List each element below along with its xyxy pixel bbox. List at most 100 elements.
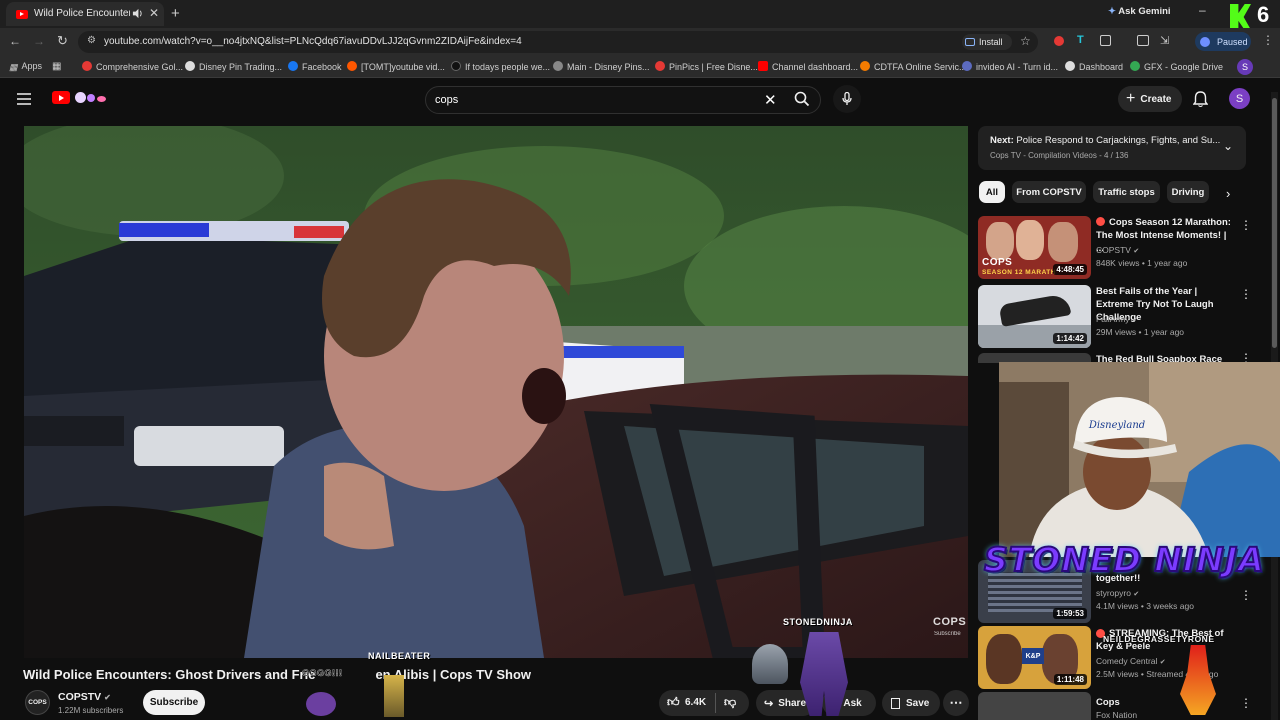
minimize-window-icon[interactable]: – bbox=[1199, 3, 1206, 17]
bookmark-item[interactable]: Disney Pin Trading... bbox=[185, 61, 282, 72]
search-input[interactable]: cops ✕ bbox=[425, 86, 821, 114]
facebook-icon bbox=[288, 61, 298, 71]
chip-from-copstv[interactable]: From COPSTV bbox=[1012, 181, 1086, 203]
browser-menu-icon[interactable]: ⋮ bbox=[1262, 33, 1274, 47]
rec-channel[interactable]: FailArmy ✔ bbox=[1096, 314, 1138, 324]
bookmark-item[interactable]: invideo AI - Turn id... bbox=[962, 61, 1058, 72]
video-thumbnail[interactable]: 1:14:42 bbox=[978, 285, 1091, 348]
dislike-button[interactable]: 👎︎ bbox=[724, 695, 736, 710]
recommendation-item[interactable]: Cops Fox Nation ⋮ bbox=[978, 692, 1268, 720]
nailbeater-tag: NAILBEATER bbox=[368, 651, 431, 661]
profile-paused-button[interactable]: Paused bbox=[1195, 32, 1251, 51]
like-button[interactable]: 👍︎ bbox=[667, 695, 680, 710]
rec-more-icon[interactable]: ⋮ bbox=[1240, 696, 1252, 710]
rec-channel[interactable]: Fox Nation bbox=[1096, 710, 1137, 720]
back-icon[interactable]: ← bbox=[9, 34, 21, 48]
video-thumbnail[interactable]: COPS SEASON 12 MARATH 4:48:45 bbox=[978, 216, 1091, 279]
channel-name[interactable]: COPSTV ✔ bbox=[58, 691, 111, 703]
recommendation-item[interactable]: 1:14:42 Best Fails of the Year | Extreme… bbox=[978, 285, 1268, 349]
account-avatar[interactable]: S bbox=[1229, 88, 1250, 109]
clear-search-icon[interactable]: ✕ bbox=[764, 91, 777, 109]
video-thumbnail[interactable] bbox=[978, 692, 1091, 720]
emote-text: GGGG!!! bbox=[302, 668, 343, 678]
bookmark-item[interactable]: CDTFA Online Servic... bbox=[860, 61, 967, 72]
recommendation-item[interactable]: COPS SEASON 12 MARATH 4:48:45 Cops Seaso… bbox=[978, 216, 1268, 280]
menu-hamburger-icon[interactable] bbox=[17, 93, 31, 105]
bookmark-favicon-icon bbox=[185, 61, 195, 71]
voice-search-button[interactable] bbox=[833, 85, 861, 113]
microphone-icon bbox=[842, 92, 852, 105]
rec-more-icon[interactable]: ⋮ bbox=[1240, 287, 1252, 301]
chip-traffic-stops[interactable]: Traffic stops bbox=[1093, 181, 1160, 203]
subscribe-button[interactable]: Subscribe bbox=[143, 690, 205, 715]
video-thumbnail[interactable]: K&P 1:11:48 bbox=[978, 626, 1091, 689]
save-button[interactable]: Save bbox=[882, 690, 940, 716]
tab-title: Wild Police Encounters: Gh bbox=[34, 8, 130, 19]
install-app-button[interactable]: Install bbox=[962, 34, 1012, 50]
cast-icon[interactable] bbox=[1137, 35, 1149, 46]
bookmark-label: GFX - Google Drive bbox=[1144, 62, 1224, 72]
rec-more-icon[interactable]: ⋮ bbox=[1240, 588, 1252, 602]
rec-channel[interactable]: COPSTV ✔ bbox=[1096, 245, 1139, 255]
youtube-doodle-icon[interactable] bbox=[73, 89, 109, 106]
extension-red-icon[interactable] bbox=[1054, 36, 1064, 46]
scrollbar-thumb[interactable] bbox=[1272, 98, 1277, 348]
subscriber-count: 1.22M subscribers bbox=[58, 706, 124, 715]
more-actions-button[interactable]: ⋯ bbox=[943, 690, 969, 716]
youtube-studio-icon bbox=[758, 61, 768, 71]
bookmark-star-icon[interactable]: ☆ bbox=[1020, 34, 1031, 48]
bookmark-item[interactable]: Facebook bbox=[288, 61, 342, 72]
share-arrow-icon: ↪ bbox=[764, 697, 774, 710]
create-button[interactable]: + Create bbox=[1118, 86, 1182, 112]
browser-tab[interactable]: Wild Police Encounters: Gh ✕ bbox=[6, 2, 164, 26]
address-bar[interactable]: ⚙ youtube.com/watch?v=o__no4jtxNQ&list=P… bbox=[78, 31, 1038, 53]
reload-icon[interactable]: ↻ bbox=[57, 33, 68, 49]
duration-badge: 1:11:48 bbox=[1053, 674, 1087, 685]
new-tab-icon[interactable]: + bbox=[171, 5, 180, 22]
bookmark-item[interactable]: Channel dashboard... bbox=[758, 61, 858, 72]
bookmark-item[interactable]: Dashboard bbox=[1065, 61, 1123, 72]
search-query[interactable]: cops bbox=[435, 94, 458, 106]
url-text[interactable]: youtube.com/watch?v=o__no4jtxNQ&list=PLN… bbox=[104, 36, 522, 47]
bookmark-item[interactable]: If todays people we... bbox=[451, 61, 550, 72]
bookmark-favicon-icon bbox=[82, 61, 92, 71]
extensions-puzzle-icon[interactable] bbox=[1100, 35, 1111, 46]
bookmark-item[interactable]: GFX - Google Drive bbox=[1130, 61, 1223, 72]
like-dislike-group: 👍︎ 6.4K 👎︎ bbox=[659, 690, 749, 716]
video-player[interactable]: COPS Subscribe bbox=[24, 126, 968, 658]
channel-name-text: COPSTV bbox=[58, 691, 102, 703]
extension-tl-icon[interactable]: T bbox=[1077, 34, 1084, 46]
forward-icon[interactable]: → bbox=[33, 34, 45, 48]
search-icon[interactable] bbox=[794, 91, 810, 107]
notifications-bell-icon[interactable] bbox=[1193, 91, 1208, 107]
rec-channel[interactable]: styropyro ✔ bbox=[1096, 588, 1139, 598]
thumbs-down-icon: 👎︎ bbox=[724, 695, 737, 709]
channel-avatar[interactable]: COPS bbox=[25, 690, 50, 715]
site-info-icon[interactable]: ⚙ bbox=[87, 35, 96, 46]
watermark-subscribe: Subscribe bbox=[934, 631, 961, 637]
apps-bookmark[interactable]: ▦ Apps bbox=[9, 61, 42, 72]
speaker-icon[interactable] bbox=[132, 8, 143, 19]
youtube-logo-icon[interactable] bbox=[52, 91, 70, 104]
ask-gemini-button[interactable]: ✦ Ask Gemini bbox=[1108, 6, 1171, 17]
bookmark-item[interactable]: [TOMT]youtube vid... bbox=[347, 61, 445, 72]
rec-channel[interactable]: Comedy Central ✔ bbox=[1096, 656, 1166, 666]
chips-next-icon[interactable]: › bbox=[1226, 186, 1230, 201]
rec-more-icon[interactable]: ⋮ bbox=[1240, 218, 1252, 232]
expand-playlist-icon[interactable]: ⌄ bbox=[1223, 139, 1233, 153]
tab-search-icon[interactable]: ⇲ bbox=[1160, 34, 1169, 47]
close-tab-icon[interactable]: ✕ bbox=[149, 6, 159, 20]
rec-channel-name: styropyro bbox=[1096, 588, 1131, 598]
rec-title[interactable]: Cops bbox=[1096, 696, 1236, 709]
chip-driving[interactable]: Driving bbox=[1167, 181, 1209, 203]
bookmark-label: If todays people we... bbox=[465, 62, 551, 72]
bookmark-profile-avatar[interactable]: S bbox=[1237, 59, 1253, 75]
bookmark-grid-icon[interactable]: ▦ bbox=[52, 61, 61, 72]
playlist-panel[interactable]: Next: Police Respond to Carjackings, Fig… bbox=[978, 126, 1246, 170]
bookmark-item[interactable]: Main - Disney Pins... bbox=[553, 61, 650, 72]
tiktok-icon bbox=[451, 61, 461, 71]
playlist-meta: Cops TV - Compilation Videos - 4 / 136 bbox=[990, 151, 1129, 160]
chip-all[interactable]: All bbox=[979, 181, 1005, 203]
bookmark-item[interactable]: PinPics | Free Disne... bbox=[655, 61, 758, 72]
bookmark-item[interactable]: Comprehensive Gol... bbox=[82, 61, 183, 72]
